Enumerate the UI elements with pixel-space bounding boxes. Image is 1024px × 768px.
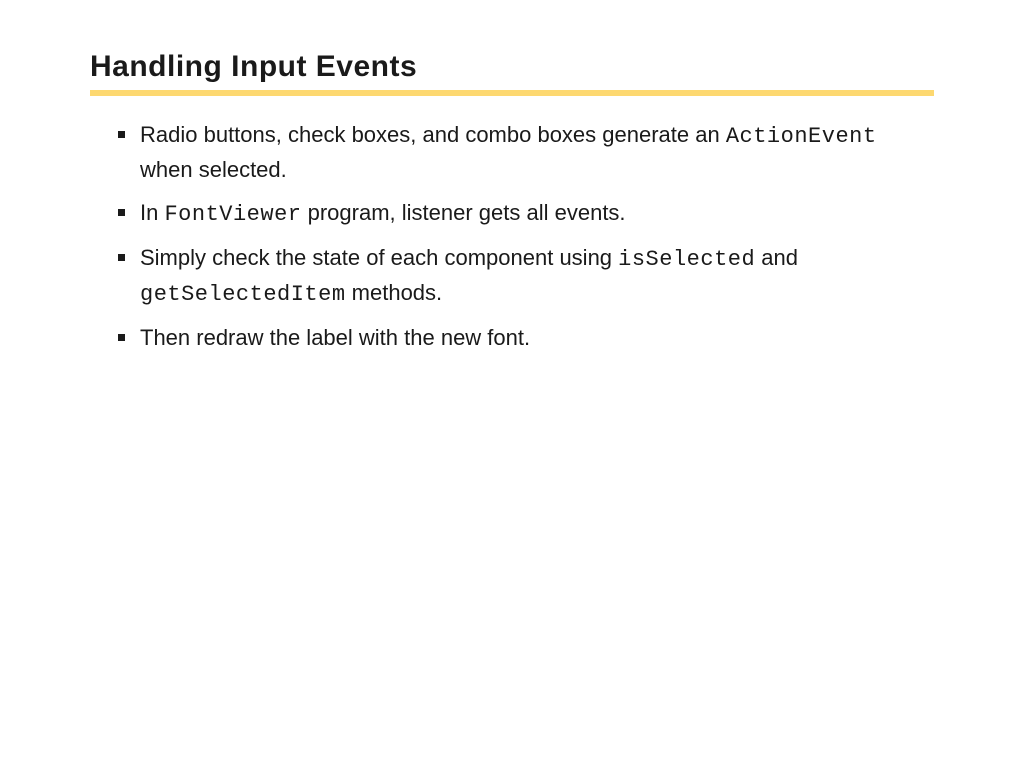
bullet-item: In FontViewer program, listener gets all…	[118, 196, 934, 231]
bullet-list: Radio buttons, check boxes, and combo bo…	[90, 118, 934, 354]
code-text: getSelectedItem	[140, 282, 346, 307]
code-text: FontViewer	[164, 202, 301, 227]
bullet-text: when selected.	[140, 157, 287, 182]
bullet-text: Simply check the state of each component…	[140, 245, 618, 270]
slide-title: Handling Input Events	[90, 50, 934, 84]
bullet-text: and	[755, 245, 798, 270]
bullet-item: Then redraw the label with the new font.	[118, 321, 934, 354]
bullet-text: Then redraw the label with the new font.	[140, 325, 530, 350]
title-rule	[90, 90, 934, 96]
code-text: isSelected	[618, 247, 755, 272]
bullet-text: methods.	[346, 280, 443, 305]
code-text: ActionEvent	[726, 124, 877, 149]
bullet-text: program, listener gets all events.	[302, 200, 626, 225]
slide: Handling Input Events Radio buttons, che…	[0, 0, 1024, 354]
bullet-text: Radio buttons, check boxes, and combo bo…	[140, 122, 726, 147]
bullet-text: In	[140, 200, 164, 225]
bullet-item: Radio buttons, check boxes, and combo bo…	[118, 118, 934, 186]
bullet-item: Simply check the state of each component…	[118, 241, 934, 311]
